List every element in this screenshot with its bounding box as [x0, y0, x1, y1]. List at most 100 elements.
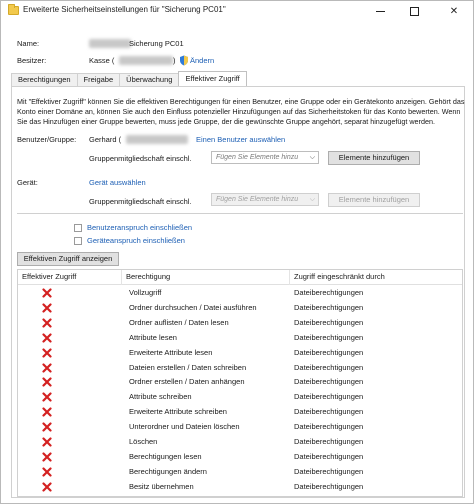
permission-cell: Unterordner und Dateien löschen [129, 422, 240, 432]
user-group-combo[interactable]: Fügen Sie Elemente hinzu ⌵ [211, 151, 319, 164]
deny-x-icon [42, 437, 52, 447]
effective-access-table: Effektiver Zugriff Berechtigung Zugriff … [17, 269, 463, 497]
device-group-combo[interactable]: Fügen Sie Elemente hinzu ⌵ [211, 193, 319, 206]
redacted-owner [119, 56, 173, 65]
permission-cell: Ordner auflisten / Daten lesen [129, 317, 229, 327]
tab-sharing[interactable]: Freigabe [76, 73, 121, 86]
table-row[interactable]: Ordner durchsuchen / Datei ausführen Date… [18, 301, 462, 316]
tab-bar: Berechtigungen Freigabe Überwachung Effe… [11, 71, 247, 87]
table-row[interactable]: Vollzugriff Dateiberechtigungen [18, 286, 462, 301]
chevron-down-icon: ⌵ [309, 196, 315, 203]
permission-cell: Ordner erstellen / Daten anhängen [129, 377, 245, 387]
column-effective-access[interactable]: Effektiver Zugriff [18, 270, 122, 285]
user-group-value: Gerhard ( [89, 135, 122, 144]
table-row[interactable]: Ordner auflisten / Daten lesen Dateiberec… [18, 316, 462, 331]
tab-effective-access[interactable]: Effektiver Zugriff [178, 71, 247, 86]
deny-x-icon [42, 422, 52, 432]
table-row[interactable]: Erweiterte Attribute lesen Dateiberechtig… [18, 346, 462, 361]
deny-x-icon [42, 377, 52, 387]
deny-x-icon [42, 452, 52, 462]
title-bar: Erweiterte Sicherheitseinstellungen für … [1, 1, 473, 23]
table-row[interactable]: Besitz übernehmen Dateiberechtigungen [18, 480, 462, 495]
user-claim-link[interactable]: Benutzeranspruch einschließen [87, 223, 192, 232]
tab-permissions[interactable]: Berechtigungen [11, 73, 78, 86]
tab-auditing[interactable]: Überwachung [119, 73, 180, 86]
name-label: Name: [17, 39, 40, 48]
restricted-by-cell: Dateiberechtigungen [294, 407, 364, 417]
owner-value: Kasse ( [89, 56, 115, 65]
window-title: Erweiterte Sicherheitseinstellungen für … [23, 5, 226, 14]
device-add-items-button[interactable]: Elemente hinzufügen [328, 193, 420, 207]
show-effective-access-button[interactable]: Effektiven Zugriff anzeigen [17, 252, 119, 266]
maximize-icon [409, 6, 419, 16]
column-permission[interactable]: Berechtigung [122, 270, 290, 285]
table-row[interactable]: Löschen Dateiberechtigungen [18, 435, 462, 450]
permission-cell: Besitz übernehmen [129, 481, 194, 491]
user-group-label: Benutzer/Gruppe: [17, 135, 77, 144]
deny-x-icon [42, 482, 52, 492]
table-row[interactable]: Berechtigungen ändern Dateiberechtigungen [18, 465, 462, 480]
table-row[interactable]: Dateien erstellen / Daten schreiben Datei… [18, 361, 462, 376]
permission-cell: Vollzugriff [129, 288, 162, 297]
device-group-combo-placeholder: Fügen Sie Elemente hinzu [216, 196, 299, 203]
close-button[interactable]: ✕ [439, 1, 469, 21]
device-label: Gerät: [17, 178, 38, 187]
device-claim-link[interactable]: Geräteanspruch einschließen [87, 236, 185, 245]
minimize-icon [375, 10, 385, 12]
owner-close-paren: ) [173, 56, 176, 65]
device-claim-checkbox[interactable] [74, 237, 82, 245]
restricted-by-cell: Dateiberechtigungen [294, 392, 364, 402]
divider [17, 213, 463, 214]
owner-label: Besitzer: [17, 56, 47, 65]
permission-cell: Erweiterte Attribute lesen [129, 347, 213, 357]
redacted-name [89, 39, 131, 48]
restricted-by-cell: Dateiberechtigungen [294, 362, 364, 372]
deny-x-icon [42, 318, 52, 328]
restricted-by-cell: Dateiberechtigungen [294, 437, 364, 446]
restricted-by-cell: Dateiberechtigungen [294, 288, 364, 297]
permission-cell: Ordner durchsuchen / Datei ausführen [129, 302, 257, 312]
permission-cell: Löschen [129, 437, 158, 446]
permission-cell: Attribute schreiben [129, 392, 192, 402]
deny-x-icon [42, 347, 52, 358]
restricted-by-cell: Dateiberechtigungen [294, 377, 364, 387]
table-row[interactable]: Unterordner und Dateien löschen Dateibere… [18, 420, 462, 435]
maximize-button[interactable] [399, 1, 429, 21]
restricted-by-cell: Dateiberechtigungen [294, 302, 364, 312]
deny-x-icon [42, 333, 52, 343]
device-group-membership-label: Gruppenmitgliedschaft einschl. [89, 197, 192, 206]
restricted-by-cell: Dateiberechtigungen [294, 347, 364, 357]
security-settings-window: Erweiterte Sicherheitseinstellungen für … [0, 0, 474, 504]
user-group-combo-placeholder: Fügen Sie Elemente hinzu [216, 154, 299, 161]
column-restricted-by[interactable]: Zugriff eingeschränkt durch [290, 270, 462, 285]
name-value: Sicherung PC01 [129, 39, 184, 48]
table-row[interactable]: Attribute schreiben Dateiberechtigungen [18, 390, 462, 405]
table-row[interactable]: Erweiterte Attribute schreiben Dateiberec… [18, 405, 462, 420]
permission-cell: Berechtigungen lesen [129, 451, 202, 461]
redacted-user [126, 135, 188, 144]
permission-cell: Berechtigungen ändern [129, 466, 207, 476]
deny-x-icon [42, 288, 52, 298]
table-row[interactable]: Attribute lesen Dateiberechtigungen [18, 331, 462, 346]
shield-icon [180, 55, 188, 66]
restricted-by-cell: Dateiberechtigungen [294, 422, 364, 432]
chevron-down-icon: ⌵ [309, 154, 315, 161]
description-text: Mit "Effektiver Zugriff" können Sie die … [17, 97, 465, 126]
table-row[interactable]: Ordner erstellen / Daten anhängen Dateibe… [18, 375, 462, 390]
select-device-link[interactable]: Gerät auswählen [89, 178, 146, 187]
change-owner-link[interactable]: Ändern [190, 56, 214, 65]
restricted-by-cell: Dateiberechtigungen [294, 481, 364, 491]
table-row[interactable]: Berechtigungen lesen Dateiberechtigungen [18, 450, 462, 465]
folder-icon [8, 4, 19, 15]
user-add-items-button[interactable]: Elemente hinzufügen [328, 151, 420, 165]
deny-x-icon [42, 362, 52, 373]
permission-cell: Dateien erstellen / Daten schreiben [129, 362, 247, 372]
deny-x-icon [42, 392, 52, 402]
minimize-button[interactable] [365, 1, 395, 21]
permission-cell: Erweiterte Attribute schreiben [129, 407, 227, 417]
deny-x-icon [42, 303, 52, 313]
select-user-link[interactable]: Einen Benutzer auswählen [196, 135, 285, 144]
user-claim-checkbox[interactable] [74, 224, 82, 232]
deny-x-icon [42, 407, 52, 417]
restricted-by-cell: Dateiberechtigungen [294, 317, 364, 327]
